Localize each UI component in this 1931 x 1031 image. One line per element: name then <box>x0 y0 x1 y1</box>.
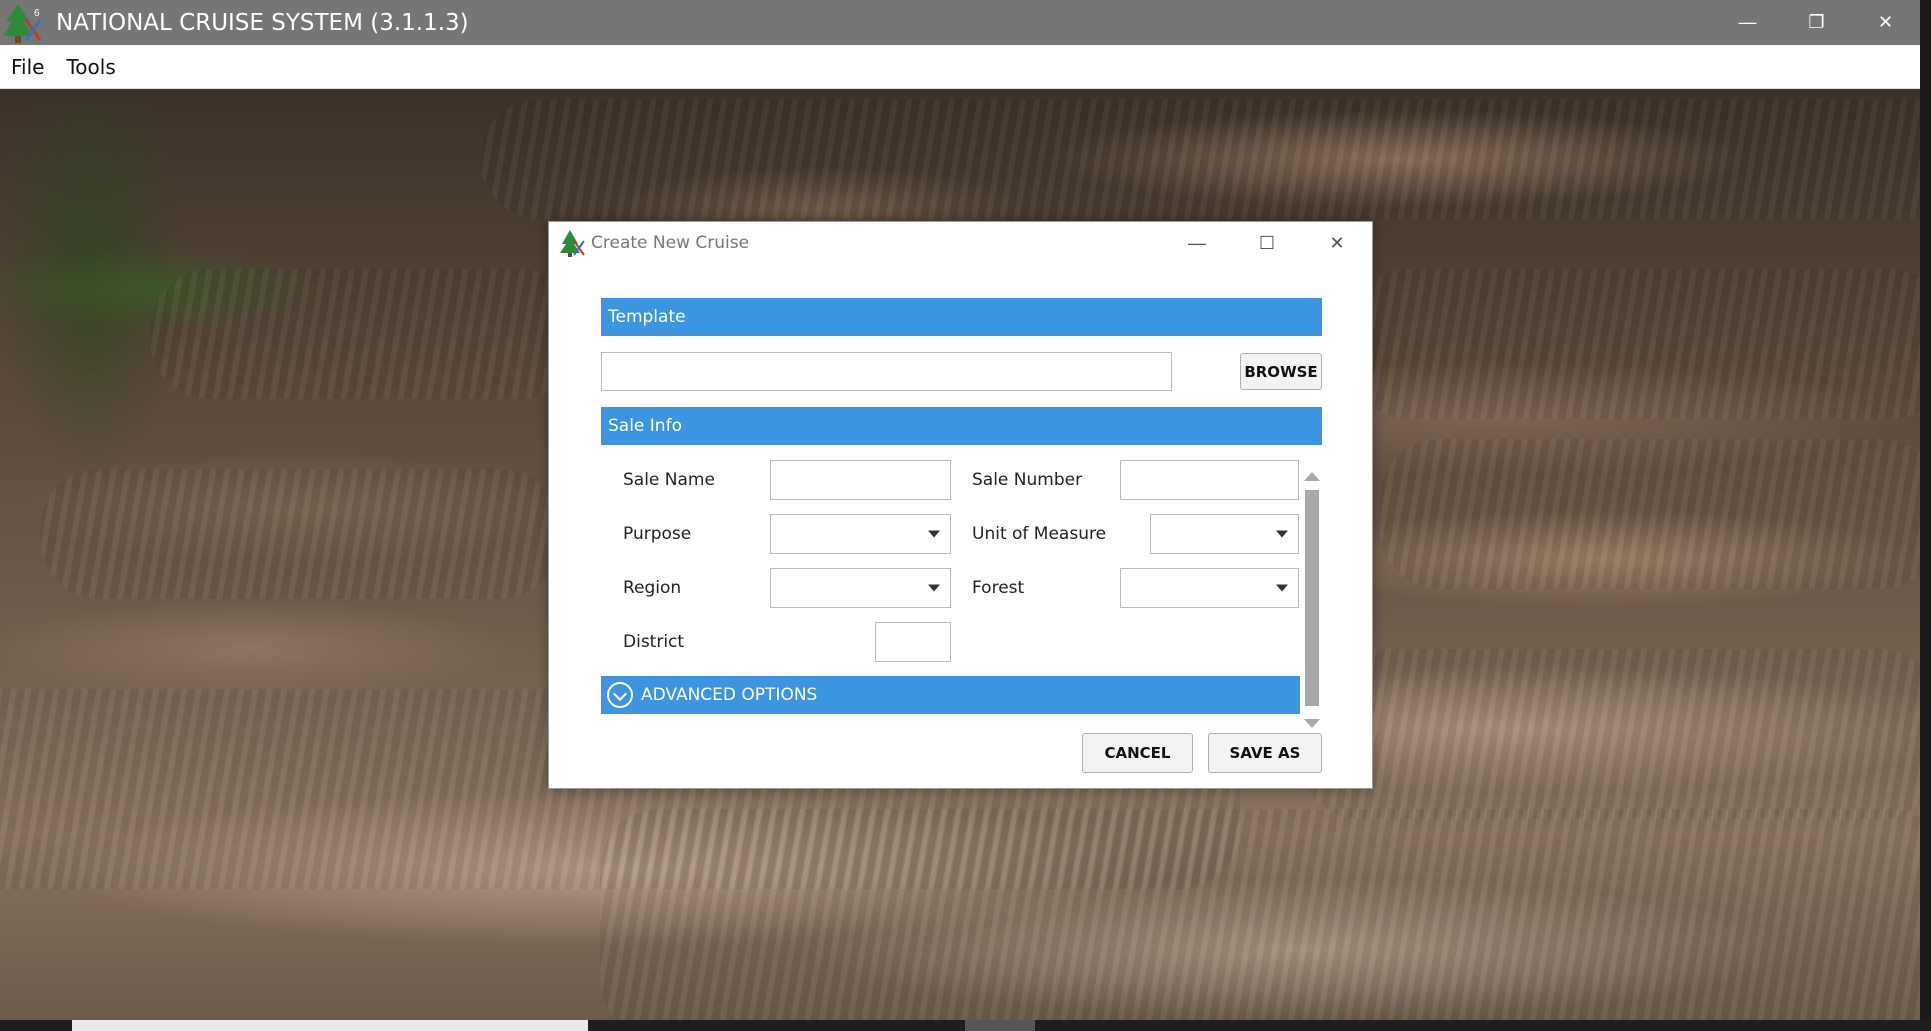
svg-text:6: 6 <box>34 8 40 19</box>
purpose-dropdown[interactable] <box>770 514 951 554</box>
sale-number-input[interactable] <box>1120 460 1299 500</box>
chevron-down-icon <box>928 584 940 592</box>
taskbar-item[interactable] <box>72 1020 588 1031</box>
app-window: 6 NATIONAL CRUISE SYSTEM (3.1.1.3) — ❐ ✕… <box>0 0 1920 1020</box>
log-decoration <box>600 809 1920 1020</box>
expand-chevron-icon <box>607 682 633 708</box>
purpose-label: Purpose <box>623 524 692 544</box>
district-label: District <box>623 632 685 652</box>
dialog-close-button[interactable]: ✕ <box>1302 222 1372 264</box>
advanced-options-expander[interactable]: ADVANCED OPTIONS <box>601 676 1300 714</box>
menu-file[interactable]: File <box>0 55 55 79</box>
save-as-button[interactable]: SAVE AS <box>1208 733 1322 773</box>
sale-name-input[interactable] <box>770 460 951 500</box>
taskbar <box>0 1020 1931 1031</box>
dialog-maximize-button[interactable]: ☐ <box>1232 222 1302 264</box>
close-button[interactable]: ✕ <box>1851 0 1920 45</box>
dialog-window-controls: — ☐ ✕ <box>1162 222 1372 264</box>
forest-label: Forest <box>972 578 1025 598</box>
menu-bar: File Tools <box>0 45 1920 89</box>
district-input[interactable] <box>875 622 951 662</box>
region-label: Region <box>623 578 682 598</box>
sale-info-scrollbar[interactable] <box>1301 468 1322 732</box>
unit-of-measure-label: Unit of Measure <box>972 524 1107 544</box>
log-decoration <box>1300 649 1920 819</box>
cancel-button[interactable]: CANCEL <box>1082 733 1193 773</box>
log-decoration <box>40 469 560 599</box>
advanced-options-label: ADVANCED OPTIONS <box>641 685 818 705</box>
sale-info-section-header: Sale Info <box>601 407 1322 445</box>
dialog-minimize-button[interactable]: — <box>1162 222 1232 264</box>
window-controls: — ❐ ✕ <box>1713 0 1920 45</box>
region-dropdown[interactable] <box>770 568 951 608</box>
log-decoration <box>150 269 580 399</box>
chevron-down-icon <box>1276 530 1288 538</box>
sale-number-label: Sale Number <box>972 470 1083 490</box>
app-titlebar[interactable]: 6 NATIONAL CRUISE SYSTEM (3.1.1.3) — ❐ ✕ <box>0 0 1920 45</box>
log-decoration <box>1350 269 1920 419</box>
forest-dropdown[interactable] <box>1120 568 1299 608</box>
scroll-up-arrow-icon[interactable] <box>1304 472 1320 481</box>
minimize-button[interactable]: — <box>1713 0 1782 45</box>
dialog-title: Create New Cruise <box>591 233 750 253</box>
restore-button[interactable]: ❐ <box>1782 0 1851 45</box>
app-title: NATIONAL CRUISE SYSTEM (3.1.1.3) <box>56 9 469 36</box>
log-decoration <box>480 99 1920 219</box>
chevron-down-icon <box>928 530 940 538</box>
log-decoration <box>1380 439 1920 589</box>
tree-logo-icon <box>559 228 585 258</box>
menu-tools[interactable]: Tools <box>55 55 126 79</box>
create-new-cruise-dialog: Create New Cruise — ☐ ✕ Template BROWSE … <box>548 221 1373 789</box>
template-section-header: Template <box>601 298 1322 336</box>
scroll-thumb[interactable] <box>1305 490 1319 706</box>
taskbar-item[interactable] <box>965 1020 1035 1031</box>
browse-button[interactable]: BROWSE <box>1240 353 1322 390</box>
chevron-down-icon <box>1276 584 1288 592</box>
template-path-input[interactable] <box>601 352 1172 391</box>
scroll-down-arrow-icon[interactable] <box>1304 719 1320 728</box>
tree-logo-icon: 6 <box>0 0 46 45</box>
dialog-titlebar[interactable]: Create New Cruise — ☐ ✕ <box>549 222 1372 264</box>
unit-of-measure-dropdown[interactable] <box>1150 514 1299 554</box>
sale-name-label: Sale Name <box>623 470 715 490</box>
